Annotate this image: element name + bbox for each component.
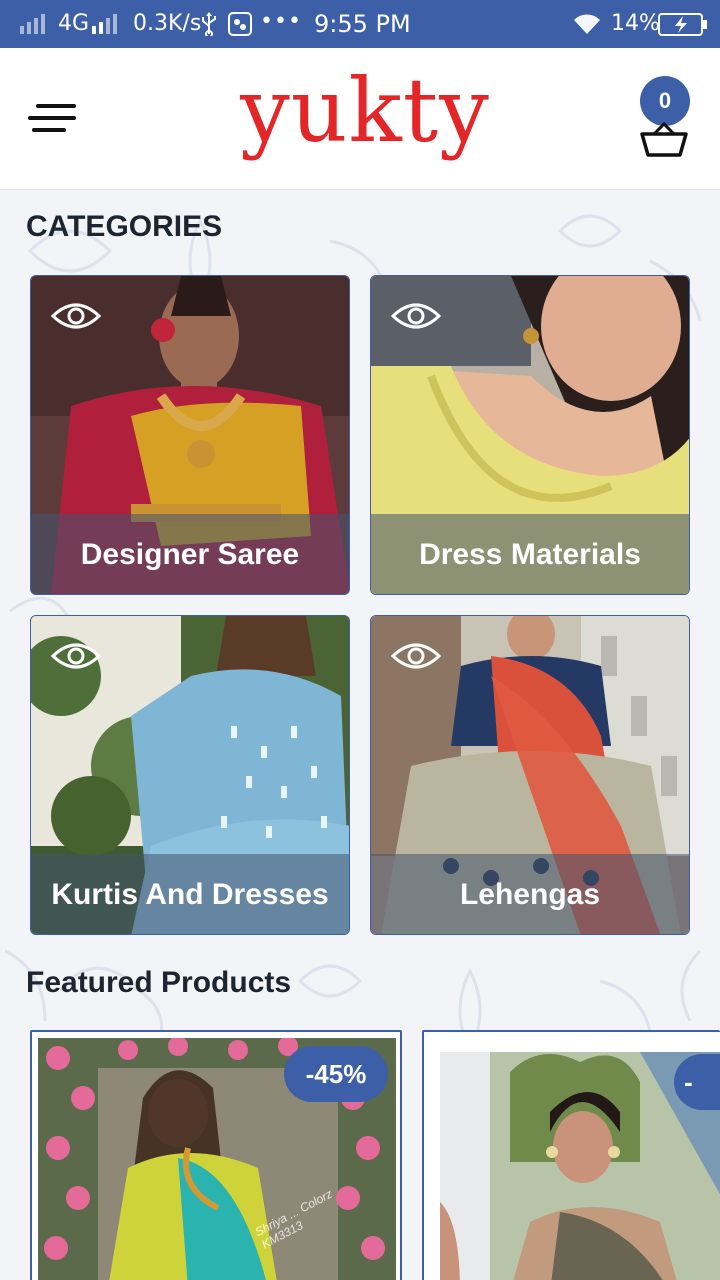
category-designer-saree[interactable]: Designer Saree bbox=[30, 275, 350, 595]
status-bar: 4G 0.3K/s ••• 9:55 PM 14% bbox=[0, 0, 720, 48]
network-speed: 0.3K/s bbox=[133, 11, 202, 36]
signal-strength-icon bbox=[20, 12, 45, 34]
more-notifications-icon: ••• bbox=[260, 9, 302, 34]
discount-badge: -45% bbox=[284, 1046, 388, 1102]
usb-icon bbox=[202, 12, 216, 36]
cart-button[interactable]: 0 bbox=[640, 76, 692, 164]
notification-app-icon bbox=[228, 12, 252, 36]
category-lehengas[interactable]: Lehengas bbox=[370, 615, 690, 935]
battery-percent: 14% bbox=[611, 11, 660, 36]
view-eye-icon[interactable] bbox=[391, 300, 441, 332]
featured-products-heading: Featured Products bbox=[26, 966, 292, 999]
signal-bars-icon bbox=[92, 12, 117, 34]
view-eye-icon[interactable] bbox=[391, 640, 441, 672]
menu-icon[interactable] bbox=[28, 100, 78, 136]
basket-icon bbox=[640, 122, 688, 157]
featured-product-card[interactable]: -45% Shriya ... Colorz KM3313 bbox=[30, 1030, 402, 1280]
cart-count-badge: 0 bbox=[640, 76, 690, 126]
wifi-icon bbox=[574, 14, 600, 34]
network-type: 4G bbox=[58, 11, 90, 36]
app-header: yukty 0 bbox=[0, 48, 720, 190]
category-label: Kurtis And Dresses bbox=[31, 854, 349, 934]
view-eye-icon[interactable] bbox=[51, 640, 101, 672]
featured-product-card[interactable]: - bbox=[422, 1030, 720, 1280]
app-logo[interactable]: yukty bbox=[230, 56, 500, 166]
battery-charging-icon bbox=[658, 13, 707, 36]
category-dress-materials[interactable]: Dress Materials bbox=[370, 275, 690, 595]
category-kurtis-and-dresses[interactable]: Kurtis And Dresses bbox=[30, 615, 350, 935]
clock: 9:55 PM bbox=[314, 10, 411, 38]
category-label: Dress Materials bbox=[371, 514, 689, 594]
category-label: Designer Saree bbox=[31, 514, 349, 594]
categories-heading: CATEGORIES bbox=[26, 210, 223, 243]
category-label: Lehengas bbox=[371, 854, 689, 934]
view-eye-icon[interactable] bbox=[51, 300, 101, 332]
